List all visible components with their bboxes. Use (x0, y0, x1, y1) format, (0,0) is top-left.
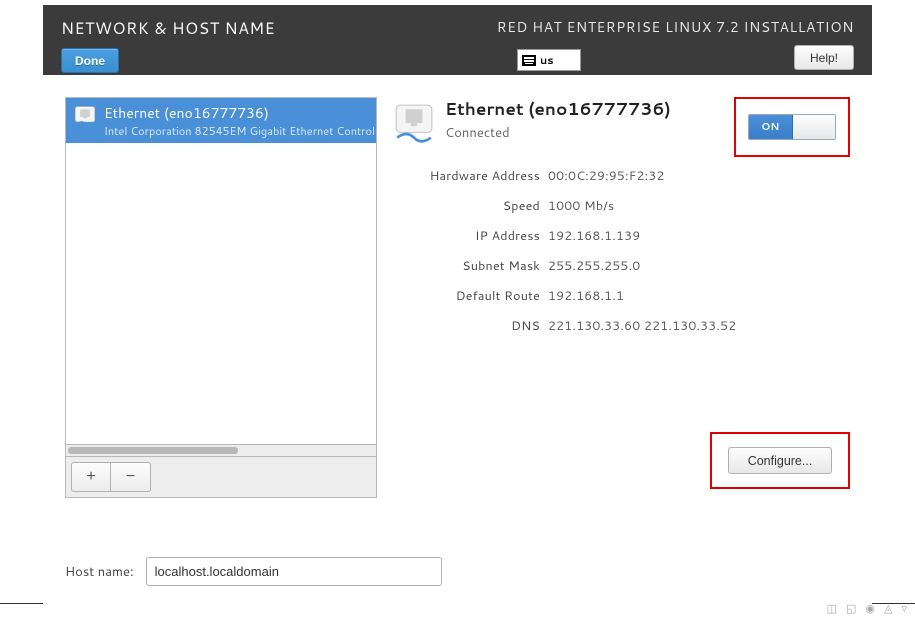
page-title: NETWORK & HOST NAME (61, 17, 275, 40)
installer-subtitle: RED HAT ENTERPRISE LINUX 7.2 INSTALLATIO… (497, 17, 854, 37)
add-device-button[interactable]: + (71, 462, 111, 492)
route-value: 192.168.1.1 (548, 287, 624, 305)
help-button[interactable]: Help! (794, 45, 854, 70)
highlight-box-configure: Configure... (710, 432, 850, 489)
hostname-input[interactable] (146, 557, 442, 586)
ip-label: IP Address (393, 227, 548, 245)
connection-status: Connected (445, 124, 671, 142)
route-label: Default Route (393, 287, 548, 305)
hw-label: Hardware Address (393, 167, 548, 185)
horizontal-scrollbar[interactable] (65, 445, 377, 457)
keyboard-layout-label: us (540, 52, 554, 68)
speed-label: Speed (393, 197, 548, 215)
dns-label: DNS (393, 317, 548, 335)
header-bar: NETWORK & HOST NAME Done RED HAT ENTERPR… (43, 5, 872, 75)
connection-details: Ethernet (eno16777736) Connected ON Hard… (393, 97, 850, 347)
device-name: Ethernet (eno16777736) (104, 103, 377, 123)
ethernet-large-icon (393, 103, 435, 145)
highlight-box-toggle: ON (734, 97, 850, 157)
connection-properties: Hardware Address 00:0C:29:95:F2:32 Speed… (393, 167, 850, 335)
dns-value: 221.130.33.60 221.130.33.52 (548, 317, 736, 335)
mask-value: 255.255.255.0 (548, 257, 640, 275)
configure-button[interactable]: Configure... (728, 447, 832, 474)
content-area: Ethernet (eno16777736) Intel Corporation… (43, 75, 872, 606)
toggle-knob (793, 115, 836, 139)
toggle-on-label: ON (749, 115, 793, 139)
hostname-row: Host name: (65, 557, 442, 586)
tray-icons: ◫ ◱ ◉ ◬ ▿ (827, 600, 910, 616)
ip-value: 192.168.1.139 (548, 227, 640, 245)
device-list[interactable]: Ethernet (eno16777736) Intel Corporation… (65, 97, 377, 445)
remove-device-button[interactable]: − (111, 462, 151, 492)
hw-value: 00:0C:29:95:F2:32 (548, 167, 665, 185)
mask-label: Subnet Mask (393, 257, 548, 275)
device-list-toolbar: + − (65, 457, 377, 498)
device-list-item[interactable]: Ethernet (eno16777736) Intel Corporation… (66, 98, 376, 143)
keyboard-icon (522, 55, 536, 66)
scrollbar-thumb[interactable] (68, 447, 238, 454)
done-button[interactable]: Done (61, 48, 119, 73)
connection-title: Ethernet (eno16777736) (445, 97, 671, 121)
ethernet-icon (74, 106, 96, 128)
hostname-label: Host name: (65, 563, 134, 581)
device-desc: Intel Corporation 82545EM Gigabit Ethern… (104, 123, 377, 139)
connection-toggle[interactable]: ON (748, 114, 836, 140)
keyboard-layout-indicator[interactable]: us (517, 49, 581, 71)
speed-value: 1000 Mb/s (548, 197, 614, 215)
